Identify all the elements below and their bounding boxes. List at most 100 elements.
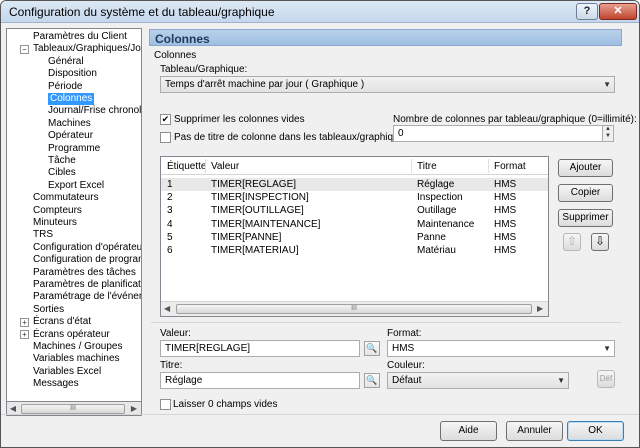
tree-item[interactable]: Écrans d'état	[33, 316, 91, 328]
title-input[interactable]: Réglage	[160, 372, 360, 389]
tree-item[interactable]: Paramétrage de l'événement	[33, 291, 141, 303]
tree-item[interactable]: Tâche	[48, 155, 76, 167]
column-count-label: Nombre de colonnes par tableau/graphique…	[393, 114, 637, 125]
tree-item[interactable]: Écrans opérateur	[33, 329, 110, 341]
tree-item[interactable]: Disposition	[48, 68, 97, 80]
format-label: Format:	[387, 328, 422, 339]
settings-tree: Paramètres du Client − Tableaux/Graphiques…	[6, 28, 142, 415]
header-title[interactable]: Titre	[417, 161, 437, 172]
window-title: Configuration du système et du tableau/g…	[9, 5, 275, 19]
cell-format: HMS	[494, 192, 517, 204]
tree-item[interactable]: Période	[48, 81, 82, 93]
tree-item[interactable]: Configuration d'opérateur	[33, 242, 141, 254]
add-button[interactable]: Ajouter	[558, 159, 613, 177]
tree-item[interactable]: Sorties	[33, 304, 64, 316]
tree-item[interactable]: Programme	[48, 143, 100, 155]
tree-item[interactable]: Tableaux/Graphiques/Journa	[33, 43, 141, 55]
tree-item[interactable]: Journal/Frise chronologic	[48, 105, 141, 117]
scroll-right-icon[interactable]: ▶	[537, 304, 543, 313]
header-value[interactable]: Valeur	[211, 161, 239, 172]
grid-scroll-thumb[interactable]: III	[176, 304, 532, 314]
suppress-empty-label: Supprimer les colonnes vides	[174, 114, 305, 125]
no-title-checkbox[interactable]	[160, 132, 171, 143]
color-select[interactable]: Défaut ▼	[387, 372, 569, 389]
cell-title: Maintenance	[417, 218, 475, 230]
cell-value: TIMER[MAINTENANCE]	[211, 218, 321, 230]
tree-item[interactable]: Compteurs	[33, 205, 82, 217]
cell-value: TIMER[OUTILLAGE]	[211, 205, 304, 217]
value-input[interactable]: TIMER[REGLAGE]	[160, 340, 360, 357]
help-button[interactable]: Aide	[440, 421, 497, 441]
tree-item[interactable]: Configuration de programme	[33, 254, 141, 266]
grid-horizontal-scrollbar[interactable]: ◀ III ▶	[161, 301, 548, 316]
move-up-button[interactable]: ⇧	[563, 233, 581, 251]
cancel-button[interactable]: Annuler	[506, 421, 563, 441]
tree-item[interactable]: Général	[48, 56, 84, 68]
tree-item[interactable]: Commutateurs	[33, 192, 99, 204]
cell-label: 1	[167, 179, 173, 190]
suppress-empty-checkbox[interactable]: ✔	[160, 114, 171, 125]
section-title: Colonnes	[155, 32, 210, 46]
tree-item[interactable]: Colonnes	[48, 93, 95, 105]
tree-item[interactable]: Messages	[33, 378, 79, 390]
cell-value: TIMER[INSPECTION]	[211, 192, 309, 204]
table-row[interactable]: 1 TIMER[REGLAGE] Réglage HMS	[161, 178, 548, 191]
color-select-value: Défaut	[392, 375, 422, 386]
default-color-button[interactable]: Déf	[597, 370, 615, 388]
cell-title: Outillage	[417, 205, 457, 217]
tree-item[interactable]: Machines / Groupes	[33, 341, 123, 353]
cell-value: TIMER[REGLAGE]	[211, 179, 297, 190]
value-picker-search-icon[interactable]: 🔍	[364, 341, 380, 356]
cell-title: Inspection	[417, 192, 463, 204]
tree-item[interactable]: Variables Excel	[33, 366, 101, 378]
tree-item[interactable]: Export Excel	[48, 180, 104, 192]
chevron-down-icon: ▼	[557, 376, 565, 385]
section-header: Colonnes	[149, 29, 622, 46]
cell-label: 4	[167, 218, 173, 230]
columns-grid: Étiquette Valeur Titre Format 1 TIMER[REG…	[160, 156, 549, 317]
header-format[interactable]: Format	[494, 161, 526, 172]
group-label: Colonnes	[154, 50, 197, 61]
ok-button[interactable]: OK	[567, 421, 624, 441]
column-count-input[interactable]: 0	[393, 125, 603, 142]
column-count-stepper[interactable]: ▲ ▼	[602, 125, 614, 142]
table-row[interactable]: 6 TIMER[MATERIAU] Matériau HMS	[161, 244, 548, 257]
scroll-left-icon[interactable]: ◀	[8, 404, 18, 413]
cell-label: 5	[167, 231, 173, 243]
move-down-button[interactable]: ⇩	[591, 233, 609, 251]
title-picker-search-icon[interactable]: 🔍	[364, 373, 380, 388]
tree-item[interactable]: Machines	[48, 118, 91, 130]
scroll-right-icon[interactable]: ▶	[129, 404, 139, 413]
close-window-button[interactable]: ✕	[599, 3, 637, 20]
cell-format: HMS	[494, 245, 517, 256]
tree-item[interactable]: Paramètres des tâches	[33, 267, 136, 279]
tree-expander-icon[interactable]: −	[20, 44, 29, 54]
delete-button[interactable]: Supprimer	[558, 209, 613, 227]
tree-item[interactable]: Paramètres du Client	[33, 31, 127, 43]
format-select[interactable]: HMS ▼	[387, 340, 615, 357]
tree-expander-icon[interactable]: +	[20, 317, 29, 327]
scroll-left-icon[interactable]: ◀	[164, 304, 170, 313]
title-bar: Configuration du système et du tableau/g…	[1, 1, 639, 23]
cell-format: HMS	[494, 218, 517, 230]
header-label[interactable]: Étiquette	[167, 161, 206, 172]
table-row[interactable]: 5 TIMER[PANNE] Panne HMS	[161, 231, 548, 244]
tree-item[interactable]: Minuteurs	[33, 217, 77, 229]
title-label: Titre:	[160, 360, 183, 371]
tree-item[interactable]: Cibles	[48, 167, 76, 179]
show-zero-checkbox[interactable]	[160, 399, 171, 410]
footer-separator	[1, 414, 639, 415]
table-row[interactable]: 3 TIMER[OUTILLAGE] Outillage HMS	[161, 204, 548, 217]
copy-button[interactable]: Copier	[558, 184, 613, 202]
tree-item[interactable]: Opérateur	[48, 130, 93, 142]
tree-item[interactable]: Variables machines	[33, 353, 120, 365]
table-select[interactable]: Temps d'arrêt machine par jour ( Graphiq…	[160, 76, 615, 93]
help-window-button[interactable]: ?	[576, 3, 598, 20]
table-row[interactable]: 2 TIMER[INSPECTION] Inspection HMS	[161, 191, 548, 204]
tree-item[interactable]: TRS	[33, 229, 53, 241]
tree-item[interactable]: Paramètres de planification	[33, 279, 141, 291]
table-row[interactable]: 4 TIMER[MAINTENANCE] Maintenance HMS	[161, 218, 548, 231]
tree-expander-icon[interactable]: +	[20, 330, 29, 340]
tree-scroll-thumb[interactable]: III	[21, 404, 125, 414]
cell-title: Panne	[417, 231, 446, 243]
